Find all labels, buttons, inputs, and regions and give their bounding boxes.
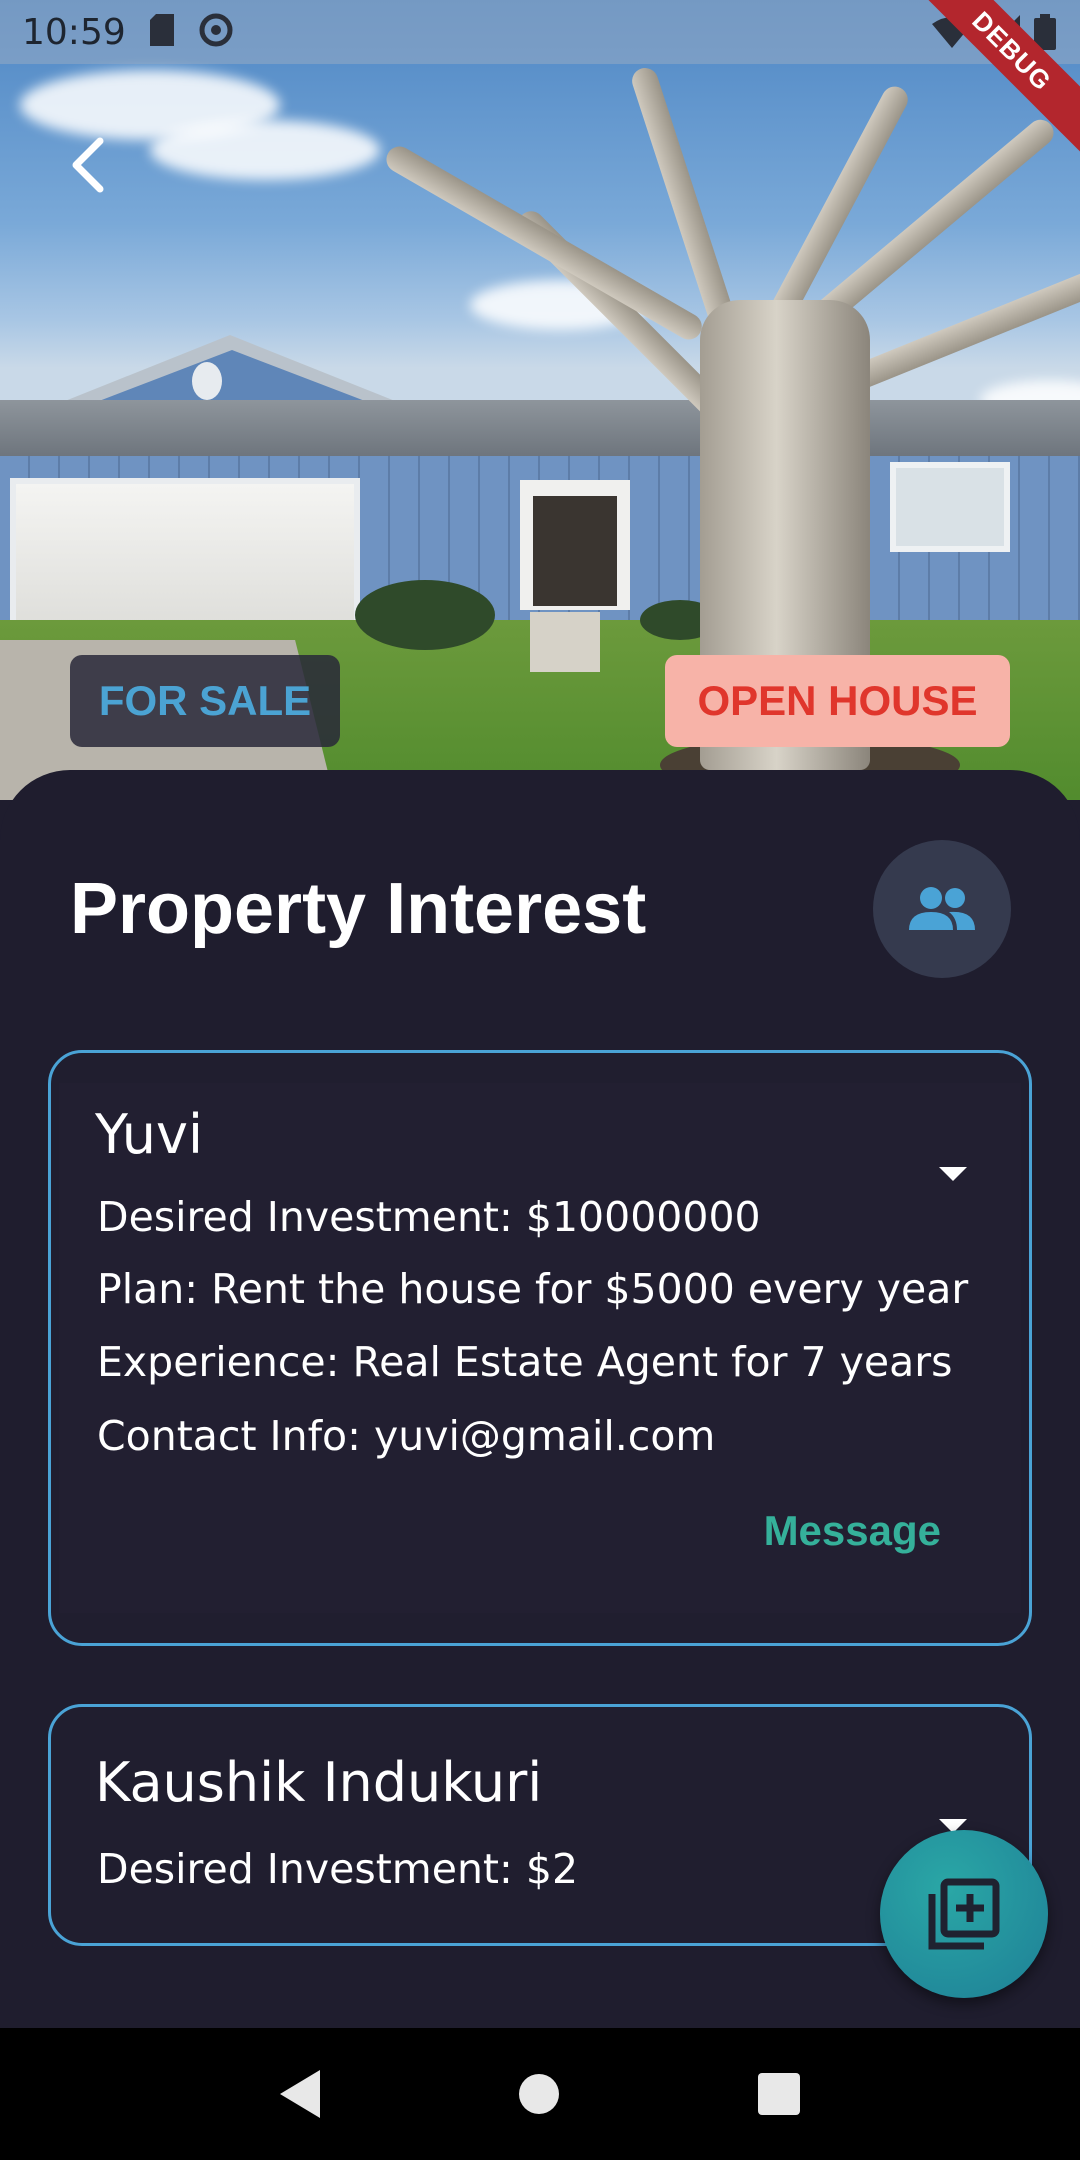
desired-investment: Desired Investment: $2 [97,1845,579,1893]
sd-card-icon [148,13,176,51]
arrow-back-icon [72,137,104,193]
page-title: Property Interest [70,869,647,949]
status-bar: 10:59 DEBUG [0,0,1080,160]
nav-back-icon[interactable] [279,2070,320,2118]
library-add-icon [928,1878,1000,1950]
contact-info: Contact Info: yuvi@gmail.com [97,1412,716,1460]
for-sale-badge: FOR SALE [70,655,340,747]
nav-home-icon[interactable] [518,2074,559,2114]
status-time: 10:59 [22,11,126,53]
nav-recents-icon[interactable] [758,2073,801,2115]
plan: Plan: Rent the house for $5000 every yea… [97,1265,969,1313]
people-icon [909,887,975,930]
open-house-badge: OPEN HOUSE [665,655,1010,747]
arrow-drop-down-icon[interactable] [939,1167,967,1181]
desired-investment: Desired Investment: $10000000 [97,1193,761,1241]
message-button[interactable]: Message [764,1507,941,1555]
interest-name: Kaushik Indukuri [95,1751,543,1814]
experience: Experience: Real Estate Agent for 7 year… [97,1338,953,1386]
back-button[interactable] [58,130,118,200]
add-interest-button[interactable] [880,1830,1048,1998]
system-nav-bar [0,2028,1080,2160]
people-button[interactable] [873,840,1011,978]
interest-card-yuvi[interactable]: Yuvi Desired Investment: $10000000 Plan:… [48,1050,1032,1646]
interest-name: Yuvi [95,1103,203,1166]
sync-icon [198,12,234,53]
